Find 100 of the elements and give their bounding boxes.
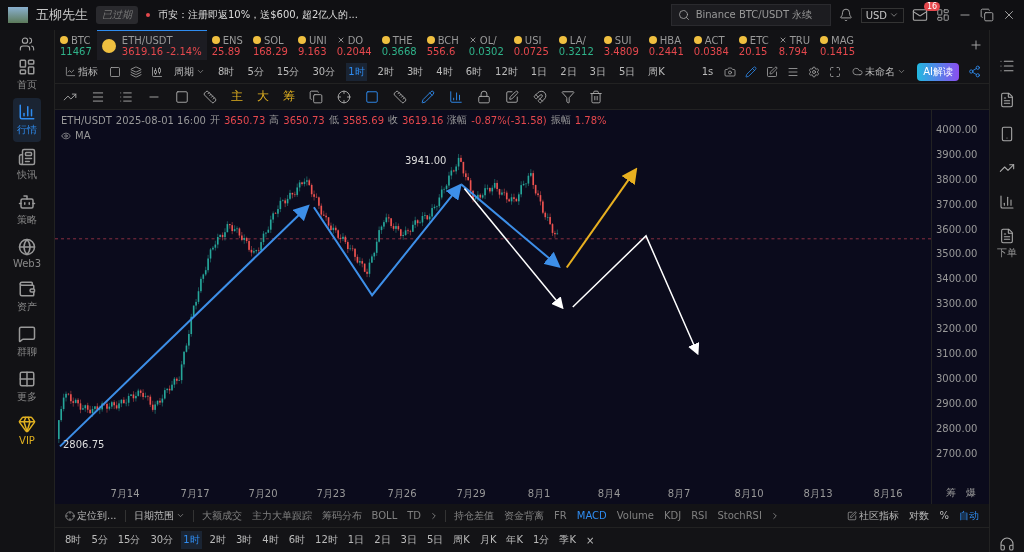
search-field[interactable]: Binance BTC/USDT 永续 xyxy=(670,4,831,26)
indicator-button[interactable]: 指标 xyxy=(63,62,100,81)
ticker-tab[interactable]: UNI 9.163 xyxy=(292,30,332,60)
ticker-tab[interactable]: USI 0.0725 xyxy=(508,30,554,60)
interval-tab[interactable]: 4时 xyxy=(260,531,281,549)
indicator-tab[interactable]: RSI xyxy=(689,508,710,523)
scale-option[interactable]: 对数 xyxy=(907,506,932,525)
ticker-tab[interactable]: SUI 3.4809 xyxy=(598,30,644,60)
ticker-tab[interactable]: OL/ 0.0302 xyxy=(463,30,509,60)
ticker-tab[interactable]: BCH 556.6 xyxy=(421,30,464,60)
indicator-tab[interactable]: 主力大单跟踪 xyxy=(249,506,314,525)
interval-tab[interactable]: 2日 xyxy=(558,62,579,81)
ticker-tab[interactable]: ENS 25.89 xyxy=(206,30,248,60)
high-value: 3650.73 xyxy=(283,114,325,126)
ticker-tab[interactable]: ACT 0.0384 xyxy=(688,30,734,60)
interval-tab[interactable]: 月K xyxy=(477,531,499,549)
locate-button[interactable]: 定位到... xyxy=(63,506,119,525)
sidebar-item[interactable]: 资产 xyxy=(13,275,41,319)
interval-tab[interactable]: 15分 xyxy=(274,62,302,81)
ticker-tab[interactable]: TRU 8.794 xyxy=(773,30,816,60)
interval-tab[interactable]: 6时 xyxy=(286,531,308,549)
ai-button[interactable]: AI解读 xyxy=(917,62,959,81)
ticker-tab[interactable]: LA/ 0.3212 xyxy=(553,30,599,60)
interval-tab[interactable]: 3日 xyxy=(398,531,419,549)
interval-tab[interactable]: 5分 xyxy=(245,62,266,81)
amplitude-label: 振幅 xyxy=(550,113,571,127)
date-range-button[interactable]: 日期范围 xyxy=(131,506,187,525)
indicator-tab[interactable]: MACD xyxy=(574,508,609,523)
interval-tab[interactable]: 1日 xyxy=(345,531,367,549)
interval-tab[interactable]: 8时 xyxy=(63,531,84,549)
indicator-tab[interactable]: 筹码分布 xyxy=(319,506,364,525)
interval-tab[interactable]: 1时 xyxy=(346,62,367,81)
ma-label[interactable]: MA xyxy=(75,130,91,141)
indicator-tab[interactable]: Volume xyxy=(614,508,656,523)
speed-button[interactable]: 1s xyxy=(699,64,716,79)
ticker-tab[interactable]: DO 0.2044 xyxy=(331,30,377,60)
ticker-tab[interactable]: THE 0.3668 xyxy=(376,30,422,60)
ticker-tab[interactable]: ETH/USDT 3619.16 -2.14% xyxy=(96,30,207,60)
indicator-tab[interactable]: 持仓差值 xyxy=(452,506,497,525)
interval-tab[interactable]: 3时 xyxy=(404,62,426,81)
layout-name-select[interactable]: 未命名 xyxy=(850,62,909,81)
currency-select[interactable]: USD xyxy=(860,7,904,23)
interval-tab[interactable]: 5分 xyxy=(89,531,110,549)
interval-tab[interactable]: 12时 xyxy=(313,531,340,549)
period-button[interactable]: 周期 xyxy=(172,62,207,81)
indicator-tab[interactable]: KDJ xyxy=(661,508,684,523)
interval-tab[interactable]: 3日 xyxy=(587,62,608,81)
close-intervals-button[interactable]: × xyxy=(583,532,597,548)
order-button[interactable]: 下单 xyxy=(997,228,1017,260)
date-label: 8月16 xyxy=(873,487,903,501)
interval-tab[interactable]: 30分 xyxy=(310,62,338,81)
ticker-tab[interactable]: BTC 11467 xyxy=(55,30,97,60)
axis-button[interactable]: 筹 xyxy=(946,486,956,500)
ticker-tab[interactable]: MAG 0.1415 xyxy=(815,30,861,60)
scale-option[interactable]: 自动 xyxy=(957,506,981,525)
interval-tab[interactable]: 2时 xyxy=(375,62,396,81)
indicator-tab[interactable]: 大额成交 xyxy=(199,506,244,525)
sidebar-item[interactable]: 更多 xyxy=(13,365,41,409)
sidebar-item[interactable]: Web3 xyxy=(8,233,46,274)
interval-tab[interactable]: 30分 xyxy=(148,531,176,549)
tool-label[interactable]: 主 xyxy=(231,88,243,105)
indicator-tab[interactable]: TD xyxy=(405,508,424,523)
sidebar-item[interactable]: 策略 xyxy=(13,188,41,232)
indicator-tab[interactable]: FR xyxy=(552,508,569,523)
interval-tab[interactable]: 5日 xyxy=(424,531,446,549)
community-indicator-button[interactable]: 社区指标 xyxy=(845,506,902,525)
interval-tab[interactable]: 1分 xyxy=(531,531,552,549)
interval-tab[interactable]: 6时 xyxy=(463,62,485,81)
interval-tab[interactable]: 年K xyxy=(504,531,525,549)
interval-tab[interactable]: 1时 xyxy=(181,531,202,549)
interval-tab[interactable]: 15分 xyxy=(115,531,143,549)
interval-tab[interactable]: 周K xyxy=(646,62,667,81)
user-name[interactable]: 五柳先生 xyxy=(36,6,88,24)
interval-tab[interactable]: 4时 xyxy=(434,62,455,81)
axis-button[interactable]: 爆 xyxy=(966,486,976,500)
ticker-tab[interactable]: ETC 20.15 xyxy=(733,30,774,60)
interval-tab[interactable]: 2日 xyxy=(372,531,393,549)
tool-label[interactable]: 筹 xyxy=(283,88,295,105)
sidebar-item[interactable]: VIP xyxy=(14,410,40,451)
tool-label[interactable]: 大 xyxy=(257,88,269,105)
sidebar-item[interactable]: 快讯 xyxy=(13,143,41,187)
indicator-tab[interactable]: StochRSI xyxy=(715,508,764,523)
ticker-tab[interactable]: SOL 168.29 xyxy=(247,30,293,60)
interval-tab[interactable]: 12时 xyxy=(493,62,520,81)
interval-tab[interactable]: 1日 xyxy=(528,62,550,81)
low-label: 低 xyxy=(328,113,339,127)
scale-option[interactable]: % xyxy=(937,508,951,523)
notice-text[interactable]: 币安：注册即返10%，送$600, 超2亿人的... xyxy=(158,8,358,22)
interval-tab[interactable]: 周K xyxy=(451,531,472,549)
interval-tab[interactable]: 5日 xyxy=(616,62,638,81)
interval-tab[interactable]: 2时 xyxy=(207,531,228,549)
sidebar-item[interactable]: 群聊 xyxy=(13,320,41,364)
interval-tab[interactable]: 季K xyxy=(557,531,578,549)
indicator-tab[interactable]: 资金背离 xyxy=(502,506,547,525)
indicator-tab[interactable]: BOLL xyxy=(369,508,400,523)
sidebar-item[interactable]: 首页 xyxy=(13,53,41,97)
sidebar-item[interactable]: 行情 xyxy=(13,98,41,142)
ticker-tab[interactable]: HBA 0.2441 xyxy=(643,30,689,60)
interval-tab[interactable]: 8时 xyxy=(216,62,237,81)
interval-tab[interactable]: 3时 xyxy=(233,531,255,549)
